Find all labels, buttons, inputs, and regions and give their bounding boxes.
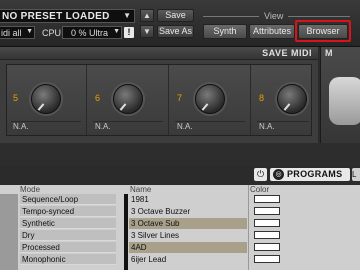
macro-slot-value: N.A. xyxy=(93,121,163,132)
preset-name: NO PRESET LOADED xyxy=(2,11,110,22)
program-list-panel: Name Color 1981 3 Octave Buzzer 3 Octave… xyxy=(124,185,360,270)
cpu-mode: Ultra xyxy=(89,28,109,38)
macro-knob[interactable] xyxy=(113,84,143,114)
macro-slot: 5 N.A. xyxy=(7,65,87,135)
table-row[interactable]: 6ijer Lead xyxy=(129,254,360,265)
top-bar: NO PRESET LOADED ▼ idi all ▼ CPU 0 % Ult… xyxy=(0,0,360,47)
macro-slot-number: 5 xyxy=(13,93,19,103)
table-row[interactable]: 1981 xyxy=(129,194,360,205)
mode-filter-panel: Mode Sequence/Loop Tempo-synced Syntheti… xyxy=(0,185,120,270)
macro-slot-number: 7 xyxy=(177,93,183,103)
table-row[interactable]: 3 Silver Lines xyxy=(129,230,360,241)
macro-slot-number: 6 xyxy=(95,93,101,103)
program-name: 3 Octave Buzzer xyxy=(131,207,191,216)
view-synth-button[interactable]: Synth xyxy=(203,24,247,39)
macro-slot: 7 N.A. xyxy=(171,65,251,135)
cpu-label: CPU xyxy=(42,28,62,38)
macro-panel: SAVE MIDI 5 N.A. 6 N.A. 7 N.A. 8 N.A. xyxy=(0,47,318,143)
save-button[interactable]: Save xyxy=(157,9,194,22)
midi-channel-value: idi all xyxy=(1,28,22,38)
warning-icon[interactable]: ! xyxy=(124,27,134,38)
view-group-line-left xyxy=(203,16,259,17)
browser-panel: Mode Sequence/Loop Tempo-synced Syntheti… xyxy=(0,185,360,270)
mode-item[interactable]: Tempo-synced xyxy=(20,206,116,217)
programs-label: PROGRAMS xyxy=(287,169,343,179)
program-name: 1981 xyxy=(131,195,149,204)
color-swatch xyxy=(254,219,280,227)
program-list-scrollbar[interactable] xyxy=(124,194,128,270)
color-swatch xyxy=(254,195,280,203)
mode-item[interactable]: Dry xyxy=(20,230,116,241)
power-icon[interactable]: ⏻ xyxy=(254,168,267,181)
macro-header: SAVE MIDI xyxy=(0,47,318,60)
macro-slot: 6 N.A. xyxy=(89,65,169,135)
side-panel: M xyxy=(320,47,360,143)
chevron-down-icon: ▼ xyxy=(26,28,33,35)
side-panel-tab[interactable]: M xyxy=(325,48,333,58)
cpu-value: 0 % xyxy=(71,28,87,38)
cpu-readout: 0 % Ultra xyxy=(71,27,108,39)
save-as-button[interactable]: Save As xyxy=(157,25,194,38)
save-midi-button[interactable]: SAVE MIDI xyxy=(262,48,312,58)
program-name: 4AD xyxy=(129,242,247,253)
macro-knob[interactable] xyxy=(277,84,307,114)
color-column-header[interactable]: Color xyxy=(250,185,269,194)
chevron-down-icon: ▼ xyxy=(113,28,120,35)
macro-slot-value: N.A. xyxy=(175,121,245,132)
macro-knob[interactable] xyxy=(31,84,61,114)
macro-slot-area: 5 N.A. 6 N.A. 7 N.A. 8 N.A. xyxy=(6,64,312,136)
next-tab[interactable]: L xyxy=(352,168,360,181)
macro-slot-value: N.A. xyxy=(257,121,309,132)
table-row[interactable]: 3 Octave Sub xyxy=(129,218,360,229)
name-column-header[interactable]: Name xyxy=(130,185,151,194)
midi-channel-select[interactable]: idi all ▼ xyxy=(0,26,35,39)
color-swatch xyxy=(254,207,280,215)
programs-tab[interactable]: ◎ PROGRAMS xyxy=(270,168,350,181)
macro-slot-value: N.A. xyxy=(11,121,81,132)
macro-slot-number: 8 xyxy=(259,93,265,103)
program-name: 6ijer Lead xyxy=(131,255,167,264)
program-name: 3 Silver Lines xyxy=(131,231,180,240)
programs-icon: ◎ xyxy=(273,169,284,180)
program-name: 3 Octave Sub xyxy=(129,218,247,229)
mode-column-header: Mode xyxy=(20,185,41,194)
divider-strip xyxy=(0,143,360,165)
mode-item[interactable]: Synthetic xyxy=(20,218,116,229)
color-swatch xyxy=(254,231,280,239)
mode-item[interactable]: Sequence/Loop xyxy=(20,194,116,205)
chevron-down-icon: ▼ xyxy=(123,11,131,20)
color-swatch xyxy=(254,255,280,263)
mode-item[interactable]: Monophonic xyxy=(20,254,116,265)
view-attributes-button[interactable]: Attributes xyxy=(249,24,295,39)
macro-slot: 8 N.A. xyxy=(253,65,311,135)
browser-highlight-frame xyxy=(295,20,351,42)
macro-knob[interactable] xyxy=(195,84,225,114)
app-window: NO PRESET LOADED ▼ idi all ▼ CPU 0 % Ult… xyxy=(0,0,360,270)
table-row[interactable]: 3 Octave Buzzer xyxy=(129,206,360,217)
view-group-line-right xyxy=(288,16,350,17)
next-preset-button[interactable]: ▼ xyxy=(140,25,154,38)
view-group-label: View xyxy=(264,11,284,21)
previous-preset-button[interactable]: ▲ xyxy=(140,9,154,22)
preset-selector[interactable]: NO PRESET LOADED ▼ xyxy=(0,9,135,23)
side-panel-control[interactable] xyxy=(329,77,360,125)
cpu-quality-select[interactable]: 0 % Ultra ▼ xyxy=(62,26,122,39)
mode-item[interactable]: Processed xyxy=(20,242,116,253)
mode-filter-gutter xyxy=(0,194,18,270)
color-swatch xyxy=(254,243,280,251)
table-row[interactable]: 4AD xyxy=(129,242,360,253)
